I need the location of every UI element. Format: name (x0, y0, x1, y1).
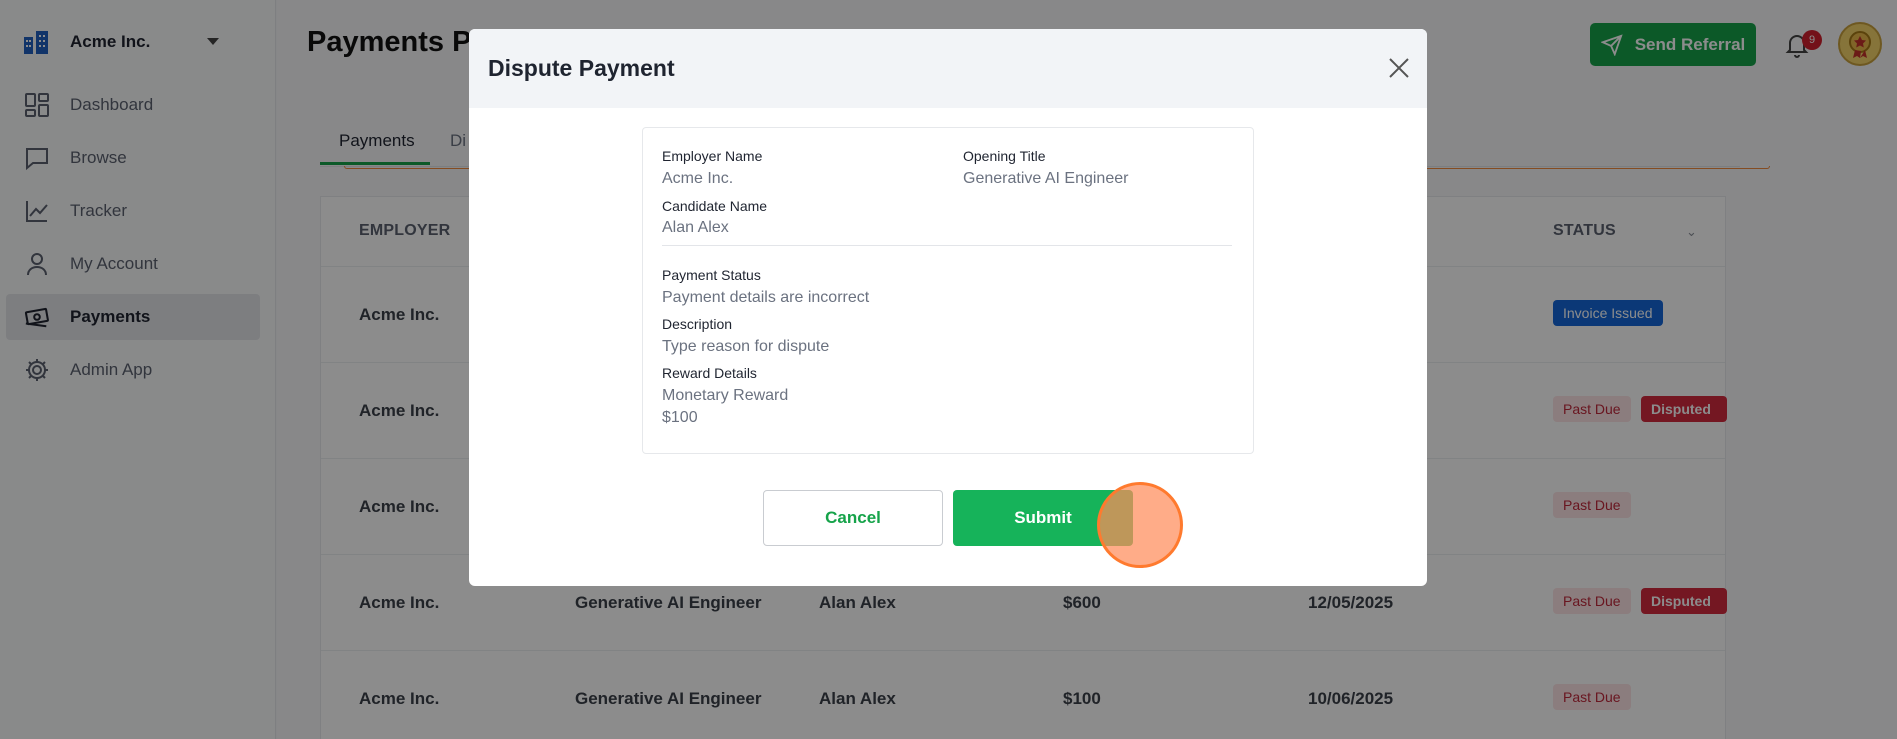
opening-title-label: Opening Title (963, 148, 1046, 164)
description-input[interactable]: Type reason for dispute (662, 338, 829, 356)
employer-name-label: Employer Name (662, 148, 763, 164)
employer-name-value: Acme Inc. (662, 170, 734, 187)
dialog-title: Dispute Payment (488, 55, 675, 81)
dispute-payment-dialog: Dispute Payment Employer Name Acme Inc. … (469, 29, 1427, 586)
payment-status-value[interactable]: Payment details are incorrect (662, 289, 869, 307)
payment-details-card: Employer Name Acme Inc. Opening Title Ge… (642, 127, 1254, 454)
cancel-button[interactable]: Cancel (763, 490, 943, 546)
section-divider (662, 245, 1232, 246)
payment-status-label: Payment Status (662, 267, 761, 283)
candidate-name-label: Candidate Name (662, 198, 768, 214)
dialog-header: Dispute Payment (469, 29, 1427, 108)
close-icon[interactable] (1385, 54, 1413, 82)
reward-amount-value: $100 (662, 409, 698, 426)
reward-details-label: Reward Details (662, 365, 757, 381)
opening-title-value: Generative AI Engineer (963, 170, 1129, 187)
click-indicator (1097, 482, 1183, 568)
reward-type-value: Monetary Reward (662, 387, 789, 404)
candidate-name-value: Alan Alex (662, 219, 729, 236)
description-label: Description (662, 316, 733, 332)
